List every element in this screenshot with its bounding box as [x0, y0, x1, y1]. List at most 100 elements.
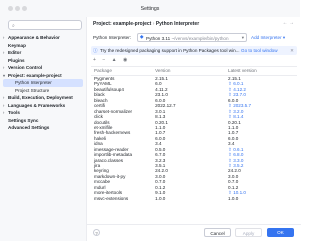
back-arrow-icon[interactable]: ←: [283, 20, 288, 26]
help-button[interactable]: ?: [93, 229, 100, 236]
chevron-down-icon: ▾: [241, 35, 244, 40]
cell-text: keyring: [94, 168, 109, 174]
cell-text: 1.0.0: [228, 195, 239, 201]
cell-text: 6.0.0: [228, 135, 239, 141]
nav-arrows: ← →: [283, 20, 294, 26]
sidebar-item-label: Keymap: [8, 42, 26, 48]
header-version[interactable]: Version: [153, 67, 226, 75]
go-to-tool-window-link[interactable]: Go to tool window: [241, 48, 278, 53]
cancel-button[interactable]: Cancel: [204, 228, 231, 237]
cell-text: 8.1.4: [233, 114, 244, 120]
header-latest-version[interactable]: Latest version: [226, 67, 297, 75]
settings-search-input[interactable]: ⌕: [8, 20, 82, 30]
chevron-right-icon[interactable]: ›: [3, 34, 4, 42]
sidebar-item[interactable]: Settings Sync: [0, 117, 86, 125]
sidebar-item[interactable]: › Editor: [0, 49, 86, 57]
sidebar-item[interactable]: › Build, Execution, Deployment: [0, 94, 86, 102]
chevron-right-icon[interactable]: ›: [3, 94, 4, 102]
cell-text: 2.15.1: [228, 76, 241, 81]
info-icon: ⓘ: [93, 47, 98, 53]
cell-text: 0.1.2: [155, 184, 166, 190]
breadcrumb: Project: example-project › Python Interp…: [93, 21, 199, 27]
sidebar-item-label: Appearance & Behavior: [8, 35, 60, 40]
cell-text: 2022.12.7: [155, 103, 176, 109]
ok-button[interactable]: OK: [267, 228, 294, 237]
cell-text: 24.2.0: [155, 168, 168, 174]
breadcrumb-parent[interactable]: Project: example-project: [93, 21, 151, 27]
header-package[interactable]: Package: [91, 67, 153, 75]
breadcrumb-separator: ›: [152, 21, 155, 27]
title-bar: Settings: [0, 0, 300, 17]
cell-text: 3.2.3: [155, 157, 166, 163]
cell-text: 0.20.1: [228, 119, 241, 125]
cell-text: 1.0.0: [155, 195, 166, 201]
sidebar-item[interactable]: › Version Control: [0, 64, 86, 72]
cell-text: 6.0.0: [228, 97, 239, 103]
cell-text: 3.0.0: [155, 173, 166, 179]
sidebar-item-label: Tools: [8, 110, 20, 115]
close-icon[interactable]: ✕: [290, 48, 294, 54]
cell-text: 3.0.1: [155, 108, 166, 114]
cell-text: jaraco.classes: [94, 157, 124, 163]
sidebar-item[interactable]: ▾ Project: example-project: [0, 72, 86, 80]
interpreter-select[interactable]: ◆ Python 3.11 ~/venvs/example/bin/python…: [137, 33, 247, 42]
window-title: Settings: [140, 5, 160, 12]
package-toolbar: + − ▲ ◉: [93, 57, 132, 64]
sidebar-item[interactable]: Advanced Settings: [0, 124, 86, 132]
packages-table: Package Version Latest version Pygments 2…: [91, 66, 297, 225]
cell-text: charset-normalizer: [94, 108, 133, 114]
cell-text: 23.1.0: [155, 92, 168, 98]
cell-text: 6.0.0: [155, 97, 166, 103]
interpreter-row: Python Interpreter: ◆ Python 3.11 ~/venv…: [93, 33, 297, 43]
sidebar-item-label: Editor: [8, 50, 22, 55]
forward-arrow-icon[interactable]: →: [289, 20, 294, 26]
breadcrumb-current: Python Interpreter: [155, 21, 200, 27]
interpreter-path: ~/venvs/example/bin/python: [171, 35, 229, 41]
zoom-window-button[interactable]: [22, 6, 27, 11]
sidebar-item[interactable]: Python Interpreter: [3, 79, 83, 87]
chevron-right-icon[interactable]: ›: [3, 109, 4, 117]
add-icon[interactable]: +: [93, 57, 96, 63]
package-name: msvc-extensions: [91, 196, 153, 201]
sidebar-item[interactable]: Plugins: [0, 57, 86, 65]
upgrade-icon[interactable]: ▲: [112, 57, 117, 63]
cell-text: 3.0.0: [228, 173, 239, 179]
cell-text: 3.4: [228, 141, 235, 147]
cell-text: 6.0: [155, 81, 162, 87]
cell-text: 0.6.1: [233, 146, 244, 152]
sidebar-item[interactable]: Project Structure: [0, 87, 86, 95]
cell-text: 4.11.2: [155, 86, 168, 92]
cell-text: 6.0.0: [155, 135, 166, 141]
cell-text: importlib-metadata: [94, 152, 133, 158]
apply-button[interactable]: Apply: [235, 228, 262, 237]
cell-text: 6.8.0: [233, 152, 244, 158]
cell-text: 24.2.0: [228, 168, 241, 174]
python-icon: ◆: [140, 34, 144, 39]
chevron-right-icon[interactable]: ›: [3, 49, 4, 57]
cell-text: black: [94, 92, 105, 98]
chevron-right-icon[interactable]: ›: [3, 64, 4, 72]
cell-text: beautifulsoup4: [94, 86, 124, 92]
cell-text: 3.2.0: [233, 108, 244, 114]
remove-icon[interactable]: −: [102, 57, 105, 63]
cell-text: Pygments: [94, 76, 115, 81]
package-version: 1.0.0: [153, 196, 226, 201]
minimize-window-button[interactable]: [15, 6, 20, 11]
sidebar-item[interactable]: › Languages & Frameworks: [0, 102, 86, 110]
cell-text: 0.7.0: [228, 179, 239, 185]
sidebar-item-label: Version Control: [8, 65, 43, 70]
sidebar-item[interactable]: Keymap: [0, 42, 86, 50]
chevron-down-icon[interactable]: ▾: [3, 72, 5, 80]
chevron-right-icon[interactable]: ›: [3, 102, 4, 110]
table-body: Pygments 2.15.1 2.15.1 PyYAML 6.0 ⇧ 6.0.1 beau…: [91, 76, 297, 201]
add-interpreter-link[interactable]: Add Interpreter ▾: [251, 35, 285, 41]
close-window-button[interactable]: [8, 6, 13, 11]
settings-content: Project: example-project › Python Interp…: [86, 17, 301, 241]
eye-icon[interactable]: ◉: [123, 57, 127, 63]
cell-text: fresh-hackernews: [94, 130, 131, 136]
table-row[interactable]: msvc-extensions 1.0.0 1.0.0: [91, 196, 297, 201]
sidebar-item[interactable]: › Appearance & Behavior: [0, 34, 86, 42]
sidebar-item[interactable]: › Tools: [0, 109, 86, 117]
cell-text: 2.15.1: [155, 76, 168, 81]
cell-text: jira: [94, 163, 101, 168]
